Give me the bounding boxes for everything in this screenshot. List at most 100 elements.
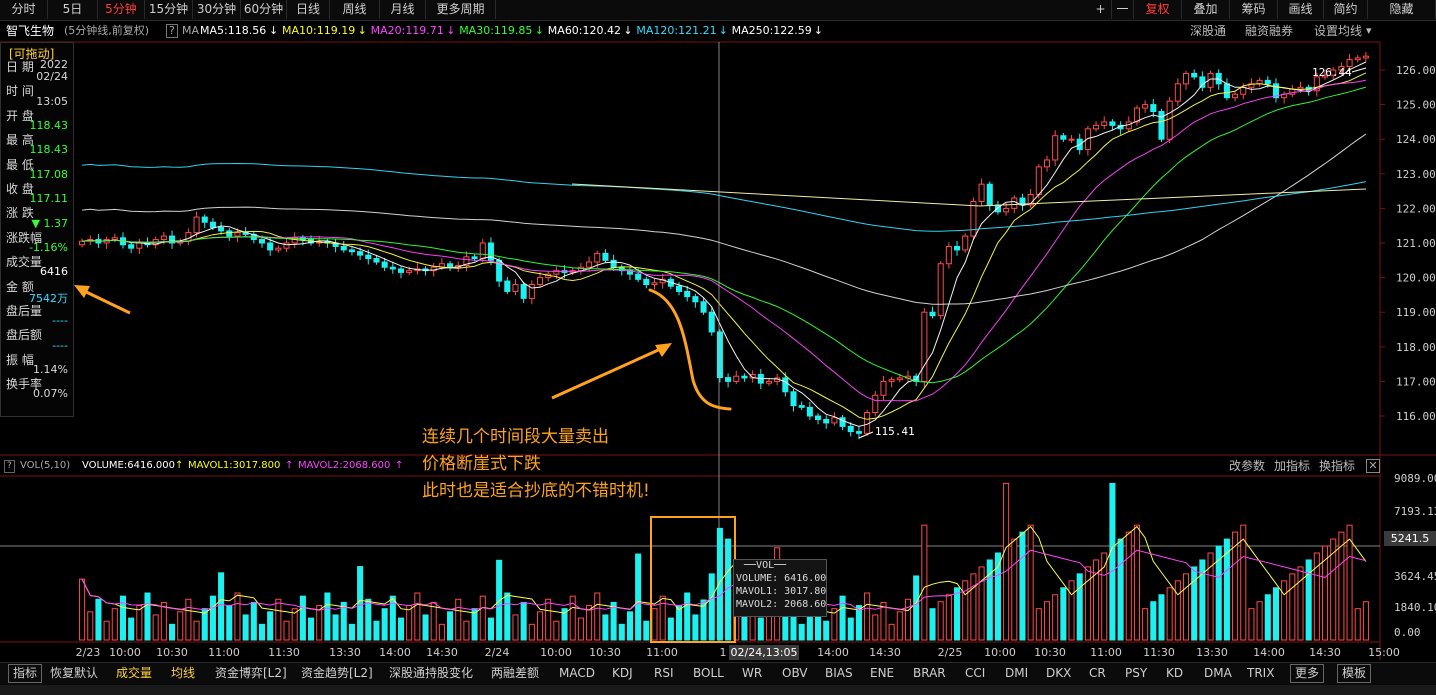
- time-label-7: 14:30: [426, 646, 458, 659]
- candle-body-74: [684, 290, 691, 298]
- candle-body-106: [945, 245, 952, 265]
- time-label-5: 13:30: [329, 646, 361, 659]
- switch-indicator-button[interactable]: 换指标: [1319, 457, 1355, 475]
- volume-bar-95: [855, 605, 862, 641]
- volume-bar-18: [226, 605, 233, 641]
- volume-bar-113: [1003, 482, 1010, 641]
- indicator-tab-24[interactable]: TRIX: [1247, 663, 1274, 684]
- indicator-tab-12[interactable]: WR: [742, 663, 762, 684]
- candle-body-79: [725, 377, 732, 382]
- candle-body-15: [201, 216, 208, 223]
- volume-bar-20: [242, 614, 249, 641]
- time-label-11: 11:00: [646, 646, 678, 659]
- indicator-tab-0[interactable]: 指标: [8, 664, 43, 683]
- help-icon[interactable]: ?: [4, 460, 15, 473]
- indicator-tab-11[interactable]: BOLL: [693, 663, 724, 684]
- volume-bar-135: [1182, 573, 1190, 641]
- candle-body-130: [1142, 104, 1149, 109]
- panel-label-0: 日 期: [6, 60, 34, 74]
- price-tick-label-7: 119.00: [1396, 306, 1436, 319]
- volume-bar-117: [1035, 608, 1042, 641]
- volume-bar-8: [144, 592, 151, 641]
- candle-body-16: [209, 221, 216, 228]
- volume-bar-157: [1362, 601, 1369, 641]
- volume-bar-2: [95, 598, 102, 641]
- indicator-tab-22[interactable]: KD: [1166, 663, 1183, 684]
- volume-bar-34: [357, 566, 364, 641]
- indicator-tab-21[interactable]: PSY: [1125, 663, 1147, 684]
- indicator-tab-25[interactable]: 更多: [1290, 664, 1325, 683]
- vol-tick-label-1: 7193.13: [1394, 505, 1436, 518]
- volume-bar-149: [1297, 566, 1304, 641]
- volume-bar-132: [1158, 594, 1165, 641]
- annotation-arrow-line: [551, 345, 666, 400]
- candle-body-145: [1264, 79, 1271, 85]
- panel-value-11: 117.11: [29, 192, 69, 206]
- volume-bar-72: [667, 617, 674, 641]
- quote-detail-panel[interactable]: [可拖动] 日 期 2022 02/24 时 间 13:05 开 盘 118.43 最 高 11…: [0, 42, 74, 417]
- indicator-tab-7[interactable]: 两融差额: [491, 663, 539, 684]
- price-tick-label-9: 117.00: [1396, 375, 1436, 388]
- candle-body-36: [373, 258, 380, 263]
- candle-body-133: [1166, 100, 1173, 140]
- indicator-tab-15[interactable]: ENE: [870, 663, 894, 684]
- indicator-tab-17[interactable]: CCI: [965, 663, 985, 684]
- annotation-line-3: 此时也是适合抄底的不错时机!: [422, 481, 650, 501]
- volume-bar-70: [651, 608, 658, 641]
- close-icon[interactable]: ✕: [1366, 459, 1380, 473]
- edit-params-button[interactable]: 改参数: [1229, 457, 1265, 475]
- candle-body-18: [226, 230, 233, 237]
- indicator-tab-18[interactable]: DMI: [1005, 663, 1028, 684]
- volume-bar-99: [888, 623, 895, 641]
- indicator-tab-5[interactable]: 资金趋势[L2]: [301, 663, 373, 684]
- indicator-tab-3[interactable]: 均线: [171, 663, 195, 684]
- candle-body-19: [234, 232, 241, 237]
- panel-label-24: 振 幅: [6, 352, 34, 367]
- candle-body-84: [765, 380, 773, 384]
- panel-value-25: 1.14%: [33, 363, 68, 376]
- indicator-tab-2[interactable]: 成交量: [116, 663, 152, 684]
- volume-bar-119: [1052, 594, 1059, 641]
- panel-value-5: 118.43: [29, 119, 69, 132]
- indicator-tab-23[interactable]: DMA: [1204, 663, 1232, 684]
- indicator-tab-10[interactable]: RSI: [654, 663, 674, 684]
- kline-chart[interactable]: 126.00 125.00 124.00 123.00 122.00 121.00 120.…: [0, 0, 1436, 695]
- mavol-line-5: [81, 525, 1367, 614]
- indicator-tab-9[interactable]: KDJ: [612, 663, 633, 684]
- candle-body-89: [806, 406, 813, 417]
- candle-body-80: [733, 375, 740, 382]
- time-label-8: 2/24: [485, 646, 510, 659]
- volume-bar-11: [169, 623, 176, 641]
- indicator-tab-16[interactable]: BRAR: [913, 663, 946, 684]
- add-indicator-button[interactable]: 加指标: [1274, 457, 1310, 475]
- candle-body-110: [978, 183, 985, 202]
- vol-tick-label-5: 0.00: [1394, 626, 1421, 639]
- indicator-tab-26[interactable]: 模板: [1337, 664, 1372, 683]
- candle-body-94: [847, 425, 854, 433]
- indicator-tab-1[interactable]: 恢复默认: [50, 663, 98, 684]
- candle-body-90: [815, 415, 822, 420]
- panel-arrow-line: [79, 287, 131, 315]
- volume-bar-127: [1117, 538, 1124, 641]
- indicator-tab-20[interactable]: CR: [1089, 663, 1106, 684]
- indicator-tab-14[interactable]: BIAS: [825, 663, 853, 684]
- volume-bar-100: [896, 611, 903, 641]
- volume-bar-97: [872, 614, 879, 641]
- candle-body-33: [348, 249, 355, 253]
- candle-body-10: [160, 235, 167, 241]
- indicator-tab-13[interactable]: OBV: [782, 663, 808, 684]
- indicator-tab-4[interactable]: 资金博弈[L2]: [215, 663, 287, 684]
- indicator-tab-8[interactable]: MACD: [559, 663, 595, 684]
- volume-bar-134: [1174, 580, 1181, 641]
- candle-body-131: [1150, 104, 1157, 113]
- candle-body-0: [79, 240, 86, 246]
- time-label-12: 1: [720, 646, 727, 659]
- indicator-tab-19[interactable]: DKX: [1046, 663, 1071, 684]
- indicator-tab-6[interactable]: 深股通持股变化: [389, 663, 473, 684]
- panel-label-2: 时 间: [6, 84, 34, 99]
- candle-body-113: [1003, 207, 1010, 213]
- volume-bar-12: [177, 611, 184, 641]
- volume-bar-67: [626, 611, 633, 641]
- candle-body-109: [970, 200, 977, 237]
- volume-bar-47: [463, 620, 470, 641]
